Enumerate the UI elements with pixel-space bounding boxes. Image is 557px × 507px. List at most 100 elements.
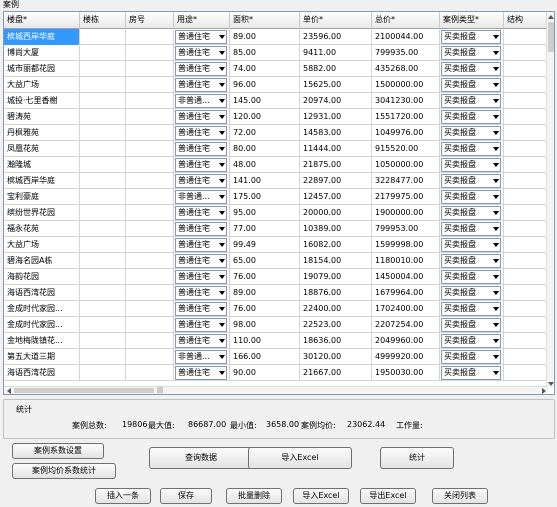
cell-room-number[interactable]	[126, 109, 174, 125]
avg-coeff-stats-button[interactable]: 案例均价系数统计	[12, 463, 116, 479]
scroll-left-icon[interactable]	[4, 387, 13, 394]
chevron-down-icon[interactable]	[217, 31, 226, 43]
cell-case-type[interactable]: 买卖报盘	[440, 253, 504, 269]
cell-building[interactable]	[80, 333, 126, 349]
table-row[interactable]: 博尚大厦 普通住宅 85.00 9411.00 799935.00 买卖报盘	[4, 45, 549, 61]
cell-area[interactable]: 65.00	[230, 253, 300, 269]
cell-usage[interactable]: 普通住宅	[174, 157, 230, 173]
cell-total-price[interactable]: 1049976.00	[372, 125, 440, 141]
cell-structure[interactable]	[504, 141, 549, 157]
table-row[interactable]: 缤纷世界花园 普通住宅 95.00 20000.00 1900000.00 买卖报盘	[4, 205, 549, 221]
cell-project-name[interactable]: 海语西湾花园	[4, 285, 80, 301]
cell-total-price[interactable]: 1450004.00	[372, 269, 440, 285]
chevron-down-icon[interactable]	[491, 255, 500, 267]
cell-building[interactable]	[80, 205, 126, 221]
cell-unit-price[interactable]: 15625.00	[300, 77, 372, 93]
cell-total-price[interactable]: 1950030.00	[372, 365, 440, 381]
case-type-dropdown[interactable]: 买卖报盘	[441, 366, 501, 380]
chevron-down-icon[interactable]	[217, 287, 226, 299]
cell-structure[interactable]	[504, 269, 549, 285]
chevron-down-icon[interactable]	[491, 239, 500, 251]
chevron-down-icon[interactable]	[217, 175, 226, 187]
cell-case-type[interactable]: 买卖报盘	[440, 269, 504, 285]
cell-unit-price[interactable]: 20000.00	[300, 205, 372, 221]
export-excel-button[interactable]: 导出Excel	[360, 488, 416, 504]
case-type-dropdown[interactable]: 买卖报盘	[441, 254, 501, 268]
cell-project-name[interactable]: 缤纷世界花园	[4, 205, 80, 221]
cell-structure[interactable]	[504, 365, 549, 381]
chevron-down-icon[interactable]	[491, 159, 500, 171]
case-type-dropdown[interactable]: 买卖报盘	[441, 318, 501, 332]
chevron-down-icon[interactable]	[217, 95, 226, 107]
table-row[interactable]: 槟城西岸华庭 普通住宅 141.00 22897.00 3228477.00 买卖报盘	[4, 173, 549, 189]
cell-area[interactable]: 120.00	[230, 109, 300, 125]
usage-dropdown[interactable]: 普通住宅	[175, 174, 227, 188]
cell-room-number[interactable]	[126, 285, 174, 301]
cell-total-price[interactable]: 2100044.00	[372, 29, 440, 45]
cell-project-name[interactable]: 海语西湾花园	[4, 365, 80, 381]
usage-dropdown[interactable]: 普通住宅	[175, 62, 227, 76]
cell-total-price[interactable]: 1050000.00	[372, 157, 440, 173]
table-row[interactable]: 海语西湾花园 普通住宅 90.00 21667.00 1950030.00 买卖报盘	[4, 365, 549, 381]
cell-project-name[interactable]: 博尚大厦	[4, 45, 80, 61]
cell-room-number[interactable]	[126, 301, 174, 317]
cell-total-price[interactable]: 435268.00	[372, 61, 440, 77]
table-row[interactable]: 金地梅陇镇花... 普通住宅 110.00 18636.00 2049960.00 买卖报…	[4, 333, 549, 349]
save-button[interactable]: 保存	[160, 488, 212, 504]
cell-project-name[interactable]: 金地梅陇镇花...	[4, 333, 80, 349]
cell-room-number[interactable]	[126, 93, 174, 109]
chevron-down-icon[interactable]	[491, 63, 500, 75]
cell-room-number[interactable]	[126, 77, 174, 93]
cell-unit-price[interactable]: 9411.00	[300, 45, 372, 61]
chevron-down-icon[interactable]	[491, 143, 500, 155]
cell-usage[interactable]: 普通住宅	[174, 221, 230, 237]
cell-room-number[interactable]	[126, 205, 174, 221]
cell-case-type[interactable]: 买卖报盘	[440, 237, 504, 253]
cell-building[interactable]	[80, 109, 126, 125]
cell-structure[interactable]	[504, 349, 549, 365]
cell-area[interactable]: 85.00	[230, 45, 300, 61]
table-row[interactable]: 金成时代家园... 普通住宅 98.00 22523.00 2207254.00 买卖报盘	[4, 317, 549, 333]
chevron-down-icon[interactable]	[491, 191, 500, 203]
cell-structure[interactable]	[504, 61, 549, 77]
cell-room-number[interactable]	[126, 157, 174, 173]
usage-dropdown[interactable]: 普通住宅	[175, 126, 227, 140]
cell-unit-price[interactable]: 18876.00	[300, 285, 372, 301]
cell-total-price[interactable]: 1599998.00	[372, 237, 440, 253]
import-excel-button[interactable]: 导入Excel	[293, 488, 349, 504]
cell-structure[interactable]	[504, 205, 549, 221]
chevron-down-icon[interactable]	[491, 79, 500, 91]
cell-building[interactable]	[80, 253, 126, 269]
cell-unit-price[interactable]: 5882.00	[300, 61, 372, 77]
cell-room-number[interactable]	[126, 269, 174, 285]
cell-room-number[interactable]	[126, 317, 174, 333]
cell-structure[interactable]	[504, 29, 549, 45]
usage-dropdown[interactable]: 普通住宅	[175, 254, 227, 268]
cell-case-type[interactable]: 买卖报盘	[440, 77, 504, 93]
cell-structure[interactable]	[504, 285, 549, 301]
case-type-dropdown[interactable]: 买卖报盘	[441, 158, 501, 172]
cell-usage[interactable]: 普通住宅	[174, 125, 230, 141]
usage-dropdown[interactable]: 普通住宅	[175, 30, 227, 44]
column-header[interactable]: 房号	[126, 12, 174, 29]
cell-project-name[interactable]: 金成时代家园...	[4, 317, 80, 333]
cell-usage[interactable]: 普通住宅	[174, 109, 230, 125]
usage-dropdown[interactable]: 普通住宅	[175, 46, 227, 60]
cell-unit-price[interactable]: 21667.00	[300, 365, 372, 381]
case-grid[interactable]: 楼盘* 楼栋 房号 用途* 面积* 单价* 总价* 案例类型* 结构 槟城西岸华庭 普通住宅 89.…	[3, 11, 555, 395]
cell-case-type[interactable]: 买卖报盘	[440, 221, 504, 237]
cell-project-name[interactable]: 大益广场	[4, 77, 80, 93]
chevron-down-icon[interactable]	[217, 207, 226, 219]
cell-unit-price[interactable]: 12457.00	[300, 189, 372, 205]
cell-case-type[interactable]: 买卖报盘	[440, 205, 504, 221]
case-type-dropdown[interactable]: 买卖报盘	[441, 174, 501, 188]
chevron-down-icon[interactable]	[217, 159, 226, 171]
cell-usage[interactable]: 普通住宅	[174, 45, 230, 61]
case-type-dropdown[interactable]: 买卖报盘	[441, 350, 501, 364]
cell-total-price[interactable]: 915520.00	[372, 141, 440, 157]
cell-usage[interactable]: 普通住宅	[174, 269, 230, 285]
column-header[interactable]: 面积*	[230, 12, 300, 29]
cell-structure[interactable]	[504, 333, 549, 349]
cell-structure[interactable]	[504, 157, 549, 173]
vertical-scrollbar[interactable]	[546, 12, 554, 388]
